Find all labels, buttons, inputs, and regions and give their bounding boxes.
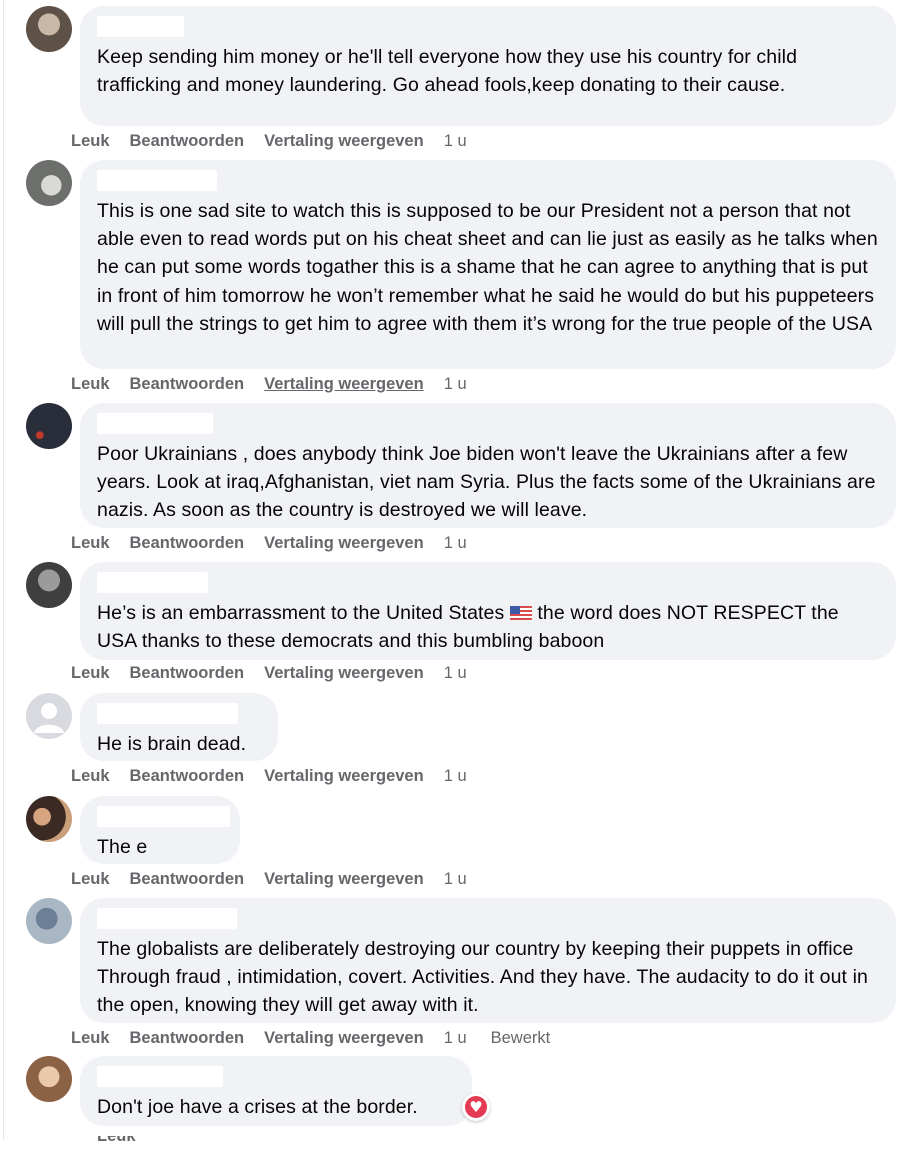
comment-bubble: Don't joe have a crises at the border. <box>80 1056 472 1126</box>
translate-link[interactable]: Vertaling weergeven <box>264 767 424 785</box>
comment-time[interactable]: 1 u <box>444 767 467 785</box>
comment-actions: Leuk Beantwoorden Vertaling weergeven 1 u <box>71 375 491 394</box>
comment-time[interactable]: 1 u <box>444 132 467 150</box>
edited-label: Bewerkt <box>490 1029 551 1047</box>
redacted-author-name[interactable] <box>97 1066 223 1087</box>
reply-button[interactable]: Beantwoorden <box>130 375 245 393</box>
comment-text: Keep sending him money or he'll tell eve… <box>97 46 798 97</box>
like-button[interactable]: Leuk <box>71 1029 110 1047</box>
comment-actions: Leuk Beantwoorden Vertaling weergeven 1 u Be… <box>71 1029 570 1048</box>
like-button[interactable]: Leuk <box>71 375 110 393</box>
translate-link[interactable]: Vertaling weergeven <box>264 870 424 888</box>
comment-text: Don't joe have a crises at the border. <box>97 1096 418 1118</box>
comment-text: Poor Ukrainians , does anybody think Joe… <box>97 443 876 522</box>
reply-button[interactable]: Beantwoorden <box>130 534 245 552</box>
comment-text: He’s is an embarrassment to the United S… <box>97 599 878 655</box>
comment-time[interactable]: 1 u <box>444 1029 467 1047</box>
redacted-author-name[interactable] <box>97 806 230 827</box>
comment-text: The globalists are deliberately destroyi… <box>97 938 868 1017</box>
reply-button[interactable]: Beantwoorden <box>130 870 245 888</box>
reply-button[interactable]: Beantwoorden <box>130 664 245 682</box>
comment-time[interactable]: 1 u <box>444 534 467 552</box>
avatar[interactable] <box>26 160 72 206</box>
default-avatar-icon[interactable] <box>26 693 72 739</box>
translate-link[interactable]: Vertaling weergeven <box>264 664 424 682</box>
like-button[interactable]: Leuk <box>97 1136 517 1146</box>
comment-actions: Leuk Beantwoorden Vertaling weergeven 1 u <box>71 664 491 683</box>
comment-bubble: The e <box>80 796 240 864</box>
comment-actions: Leuk Beantwoorden Vertaling weergeven 1 u <box>71 534 491 553</box>
comment-bubble: This is one sad site to watch this is su… <box>80 160 896 369</box>
reply-button[interactable]: Beantwoorden <box>130 132 245 150</box>
redacted-author-name[interactable] <box>97 413 213 434</box>
like-button[interactable]: Leuk <box>71 767 110 785</box>
like-button[interactable]: Leuk <box>71 870 110 888</box>
comment-text: The e <box>97 836 148 858</box>
translate-link[interactable]: Vertaling weergeven <box>264 1029 424 1047</box>
redacted-author-name[interactable] <box>97 703 238 724</box>
redacted-author-name[interactable] <box>97 170 217 191</box>
comment-actions: Leuk Beantwoorden Vertaling weergeven 1 u <box>71 132 491 151</box>
like-button[interactable]: Leuk <box>71 534 110 552</box>
redacted-author-name[interactable] <box>97 908 237 929</box>
comment-bubble: Poor Ukrainians , does anybody think Joe… <box>80 403 896 528</box>
comment-time[interactable]: 1 u <box>444 664 467 682</box>
avatar[interactable] <box>26 898 72 944</box>
reply-button[interactable]: Beantwoorden <box>130 767 245 785</box>
heart-reaction-icon[interactable] <box>462 1093 490 1121</box>
avatar[interactable] <box>26 562 72 608</box>
avatar[interactable] <box>26 796 72 842</box>
redacted-author-name[interactable] <box>97 16 184 37</box>
comment-actions: Leuk Beantwoorden Vertaling weergeven 1 u <box>71 767 491 786</box>
comment-text-part: He’s is an embarrassment to the United S… <box>97 602 505 624</box>
comment-time[interactable]: 1 u <box>444 375 467 393</box>
reply-button[interactable]: Beantwoorden <box>130 1029 245 1047</box>
feed-left-border <box>3 0 4 1140</box>
avatar[interactable] <box>26 403 72 449</box>
comment-bubble: Keep sending him money or he'll tell eve… <box>80 6 896 126</box>
person-silhouette-icon <box>34 703 64 733</box>
avatar[interactable] <box>26 6 72 52</box>
us-flag-emoji <box>509 606 532 620</box>
comment-time[interactable]: 1 u <box>444 870 467 888</box>
translate-link[interactable]: Vertaling weergeven <box>264 534 424 552</box>
translate-link[interactable]: Vertaling weergeven <box>264 375 424 393</box>
comment-actions-cut-off: Leuk Beantwoorden Vertaling weergeven <box>97 1136 517 1148</box>
comment-text: This is one sad site to watch this is su… <box>97 200 878 335</box>
redacted-author-name[interactable] <box>97 572 208 593</box>
like-button[interactable]: Leuk <box>71 664 110 682</box>
avatar[interactable] <box>26 1056 72 1102</box>
like-button[interactable]: Leuk <box>71 132 110 150</box>
translate-link[interactable]: Vertaling weergeven <box>264 132 424 150</box>
comment-text: He is brain dead. <box>97 733 247 755</box>
comment-actions: Leuk Beantwoorden Vertaling weergeven 1 u <box>71 870 491 889</box>
comment-bubble: He’s is an embarrassment to the United S… <box>80 562 896 660</box>
comment-bubble: The globalists are deliberately destroyi… <box>80 898 896 1023</box>
comment-bubble: He is brain dead. <box>80 693 278 761</box>
